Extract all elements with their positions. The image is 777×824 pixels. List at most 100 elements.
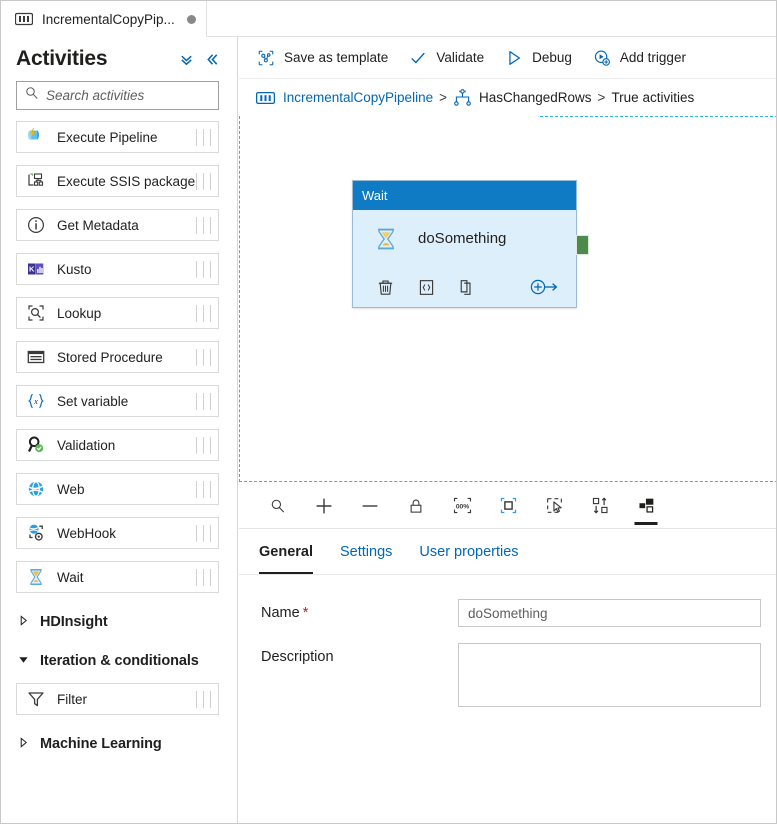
- lock-icon[interactable]: [393, 483, 439, 529]
- activity-item-validation[interactable]: Validation: [16, 429, 219, 461]
- activity-label: Execute SSIS package: [57, 173, 196, 189]
- chevron-down-icon: [18, 652, 31, 670]
- activity-item-set-variable[interactable]: x Set variable: [16, 385, 219, 417]
- pipeline-icon: [255, 91, 276, 105]
- save-as-template-icon: [256, 48, 276, 68]
- drag-handle[interactable]: [196, 349, 211, 366]
- activity-node-wait[interactable]: Wait doSomething: [352, 180, 589, 308]
- drag-handle[interactable]: [196, 129, 211, 146]
- tab-incremental-copy-pipeline[interactable]: IncrementalCopyPip...: [1, 1, 207, 37]
- name-label: Name *: [261, 599, 458, 621]
- tab-label: IncrementalCopyPip...: [42, 11, 175, 27]
- activities-list: Execute Pipeline Execute SSIS package Ge…: [1, 110, 237, 761]
- description-textarea[interactable]: [458, 643, 761, 707]
- drag-handle[interactable]: [196, 217, 211, 234]
- activity-item-filter[interactable]: Filter: [16, 683, 219, 715]
- activity-item-webhook[interactable]: WebHook: [16, 517, 219, 549]
- zoom-100-icon[interactable]: 00%: [439, 483, 485, 529]
- add-output-icon[interactable]: [529, 276, 559, 298]
- add-trigger-button[interactable]: Add trigger: [592, 43, 686, 73]
- svg-text:00%: 00%: [455, 504, 468, 511]
- stored-procedure-icon: [26, 347, 46, 367]
- activity-item-execute-pipeline[interactable]: Execute Pipeline: [16, 121, 219, 153]
- double-chevron-down-icon[interactable]: [173, 46, 199, 72]
- activity-group-hdinsight[interactable]: HDInsight: [1, 605, 237, 639]
- zoom-out-icon[interactable]: [347, 483, 393, 529]
- breadcrumb-pipeline-link[interactable]: IncrementalCopyPipeline: [283, 90, 433, 105]
- activity-label: Stored Procedure: [57, 349, 163, 365]
- activity-label: Filter: [57, 691, 87, 707]
- tab-general[interactable]: General: [259, 530, 313, 574]
- code-icon[interactable]: [415, 276, 437, 298]
- svg-text:K: K: [29, 264, 35, 273]
- zoom-icon[interactable]: [255, 483, 301, 529]
- chevron-right-icon: [18, 735, 31, 753]
- node-header: Wait: [353, 181, 576, 210]
- drag-handle[interactable]: [196, 173, 211, 190]
- save-as-template-button[interactable]: Save as template: [256, 43, 388, 73]
- breadcrumb-separator: >: [597, 90, 606, 105]
- debug-button[interactable]: Debug: [504, 43, 572, 73]
- activity-group-machine-learning[interactable]: Machine Learning: [1, 727, 237, 761]
- activity-item-execute-ssis-package[interactable]: Execute SSIS package: [16, 165, 219, 197]
- execute-ssis-package-icon: [26, 171, 46, 191]
- group-label: Iteration & conditionals: [40, 653, 199, 669]
- drag-handle[interactable]: [196, 525, 211, 542]
- node-type-label: Wait: [362, 188, 388, 203]
- lookup-icon: [26, 303, 46, 323]
- command-bar: Save as template Validate Debug Add trig…: [239, 37, 776, 79]
- clone-icon[interactable]: [456, 276, 478, 298]
- drag-handle[interactable]: [196, 437, 211, 454]
- drag-handle[interactable]: [196, 261, 211, 278]
- layout-icon[interactable]: [623, 483, 669, 529]
- activity-item-get-metadata[interactable]: Get Metadata: [16, 209, 219, 241]
- name-label-text: Name: [261, 605, 300, 621]
- node-actions: [353, 267, 576, 307]
- activity-group-iteration-conditionals[interactable]: Iteration & conditionals: [1, 644, 237, 678]
- drag-handle[interactable]: [196, 393, 211, 410]
- drag-handle[interactable]: [196, 691, 211, 708]
- search-container: [1, 81, 237, 110]
- activity-item-kusto[interactable]: K Kusto: [16, 253, 219, 285]
- tab-settings[interactable]: Settings: [340, 530, 392, 574]
- page-title: Activities: [16, 47, 108, 70]
- description-label: Description: [261, 649, 334, 665]
- marquee-select-icon[interactable]: [531, 483, 577, 529]
- success-output-connector[interactable]: [576, 235, 589, 255]
- activity-item-wait[interactable]: Wait: [16, 561, 219, 593]
- activity-item-web[interactable]: Web: [16, 473, 219, 505]
- drag-handle[interactable]: [196, 305, 211, 322]
- wait-icon: [26, 567, 46, 587]
- tab-strip: IncrementalCopyPip...: [1, 1, 776, 37]
- search-input[interactable]: [39, 87, 227, 104]
- debug-label: Debug: [532, 50, 572, 65]
- breadcrumb-separator: >: [439, 90, 447, 105]
- zoom-in-icon[interactable]: [301, 483, 347, 529]
- if-condition-icon: [453, 89, 472, 106]
- zoom-to-fit-icon[interactable]: [485, 483, 531, 529]
- group-label: HDInsight: [40, 614, 108, 630]
- pipeline-canvas[interactable]: Wait doSomething: [239, 116, 776, 482]
- auto-align-icon[interactable]: [577, 483, 623, 529]
- name-input[interactable]: [458, 599, 761, 627]
- webhook-icon: [26, 523, 46, 543]
- activity-item-lookup[interactable]: Lookup: [16, 297, 219, 329]
- node-name-label: doSomething: [418, 230, 507, 247]
- activity-item-stored-procedure[interactable]: Stored Procedure: [16, 341, 219, 373]
- search-icon: [25, 86, 39, 105]
- double-chevron-left-icon[interactable]: [199, 46, 225, 72]
- delete-icon[interactable]: [374, 276, 396, 298]
- canvas-toolbar: 00%: [239, 483, 776, 529]
- validation-icon: [26, 435, 46, 455]
- activity-label: Lookup: [57, 305, 102, 321]
- execute-pipeline-icon: [26, 127, 46, 147]
- filter-icon: [26, 689, 46, 709]
- hourglass-icon: [373, 226, 399, 252]
- tab-user-properties[interactable]: User properties: [419, 530, 518, 574]
- drag-handle[interactable]: [196, 569, 211, 586]
- search-box[interactable]: [16, 81, 227, 110]
- activity-label: Web: [57, 481, 85, 497]
- validate-button[interactable]: Validate: [408, 43, 484, 73]
- group-label: Machine Learning: [40, 736, 162, 752]
- drag-handle[interactable]: [196, 481, 211, 498]
